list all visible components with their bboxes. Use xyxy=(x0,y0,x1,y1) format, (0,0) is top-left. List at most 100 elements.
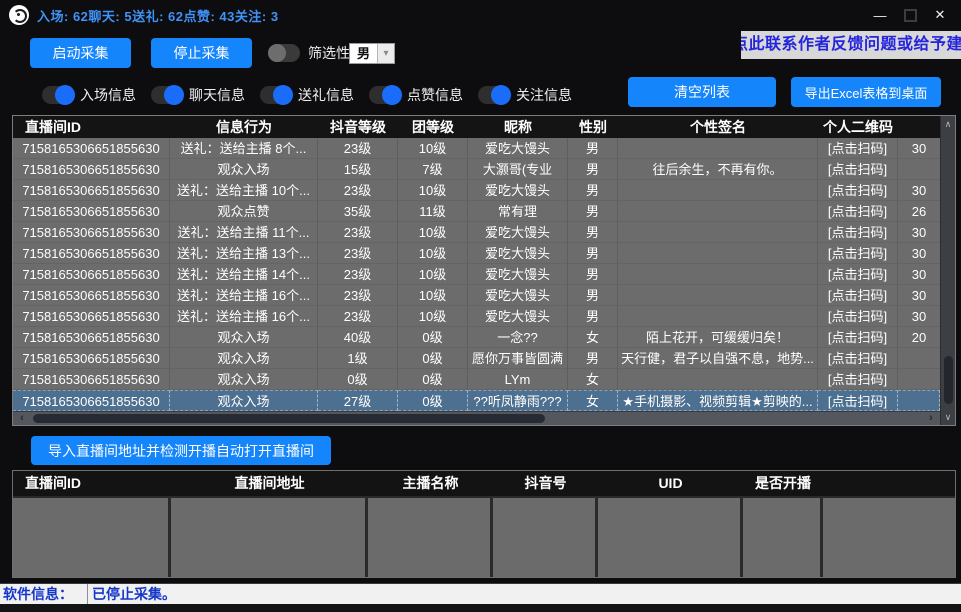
cell-room-id: 7158165306651855630 xyxy=(13,138,170,159)
scroll-left-icon[interactable]: ‹ xyxy=(15,412,29,425)
qr-scan-link[interactable]: [点击扫码] xyxy=(818,222,898,243)
maximize-button[interactable] xyxy=(895,0,925,30)
filter-item-4: 关注信息 xyxy=(478,85,572,105)
start-collect-button[interactable]: 启动采集 xyxy=(30,38,131,68)
cell-gender: 男 xyxy=(568,285,618,306)
table-row[interactable]: 7158165306651855630观众入场0级0级LYm女[点击扫码] xyxy=(13,369,940,390)
toggle-knob xyxy=(491,85,511,105)
cell-douyin-level: 23级 xyxy=(318,306,398,327)
filter-toggle-2[interactable] xyxy=(260,86,292,104)
filter-item-1: 聊天信息 xyxy=(151,85,245,105)
export-excel-button[interactable]: 导出Excel表格到桌面 xyxy=(791,77,941,107)
cell-group-level: 10级 xyxy=(398,180,468,201)
qr-scan-link[interactable]: [点击扫码] xyxy=(818,306,898,327)
table-row[interactable]: 7158165306651855630观众入场1级0级愿你万事皆圆满男天行健，君… xyxy=(13,348,940,369)
cell-room-id: 7158165306651855630 xyxy=(13,201,170,222)
rooms-table-header: 直播间ID 直播间地址 主播名称 抖音号 UID 是否开播 xyxy=(13,471,955,496)
cell-douyin-level: 40级 xyxy=(318,327,398,348)
import-rooms-button[interactable]: 导入直播间地址并检测开播自动打开直播间 xyxy=(31,436,331,465)
table-row[interactable]: 7158165306651855630送礼：送给主播 16个...23级10级爱… xyxy=(13,306,940,327)
qr-scan-link[interactable]: [点击扫码] xyxy=(818,159,898,180)
cell-action: 送礼：送给主播 13个... xyxy=(170,243,318,264)
qr-scan-link[interactable]: [点击扫码] xyxy=(818,327,898,348)
maximize-icon xyxy=(904,9,917,22)
filter-toggle-4[interactable] xyxy=(478,86,510,104)
cell-room-id: 7158165306651855630 xyxy=(13,348,170,369)
cell-signature xyxy=(618,285,818,306)
cell-group-level: 10级 xyxy=(398,243,468,264)
cell-gender: 男 xyxy=(568,306,618,327)
table-row[interactable]: 7158165306651855630送礼：送给主播 16个...23级10级爱… xyxy=(13,285,940,306)
qr-scan-link[interactable]: [点击扫码] xyxy=(818,348,898,369)
cell-room-id: 7158165306651855630 xyxy=(13,243,170,264)
horizontal-scrollbar[interactable]: ‹ › xyxy=(13,411,940,425)
vertical-scroll-thumb[interactable] xyxy=(944,356,953,404)
cell-extra xyxy=(898,159,940,180)
table-row[interactable]: 7158165306651855630观众入场15级7级大灏哥(专业男往后余生，… xyxy=(13,159,940,180)
cell-extra: 30 xyxy=(898,285,940,306)
clear-list-button[interactable]: 清空列表 xyxy=(628,77,776,107)
table-row[interactable]: 7158165306651855630送礼：送给主播 8个...23级10级爱吃… xyxy=(13,138,940,159)
cell-group-level: 10级 xyxy=(398,285,468,306)
filter-toggle-3[interactable] xyxy=(369,86,401,104)
table-row[interactable]: 7158165306651855630观众入场27级0级??听凤静雨???女★手… xyxy=(13,390,940,411)
filter-toggles: 入场信息聊天信息送礼信息点赞信息关注信息 xyxy=(42,81,587,109)
cell-signature xyxy=(618,369,818,390)
close-icon: ✕ xyxy=(935,7,946,23)
close-button[interactable]: ✕ xyxy=(925,0,955,30)
cell-extra: 30 xyxy=(898,306,940,327)
qr-scan-link[interactable]: [点击扫码] xyxy=(818,264,898,285)
cell-extra xyxy=(898,369,940,390)
feedback-notice-text: 点此联系作者反馈问题或给予建议 xyxy=(741,31,961,59)
scroll-up-icon[interactable]: ∧ xyxy=(941,117,955,131)
col-room-id: 直播间ID xyxy=(13,116,170,138)
minimize-button[interactable]: — xyxy=(865,0,895,30)
cell-nickname: 爱吃大馒头 xyxy=(468,180,568,201)
qr-scan-link[interactable]: [点击扫码] xyxy=(818,285,898,306)
cell-douyin-level: 23级 xyxy=(318,138,398,159)
qr-scan-link[interactable]: [点击扫码] xyxy=(818,243,898,264)
col-group-level: 团等级 xyxy=(398,116,468,138)
qr-scan-link[interactable]: [点击扫码] xyxy=(818,369,898,390)
cell-gender: 男 xyxy=(568,201,618,222)
qr-scan-link[interactable]: [点击扫码] xyxy=(818,390,898,411)
table-row[interactable]: 7158165306651855630观众点赞35级11级常有理男[点击扫码]2… xyxy=(13,201,940,222)
col-live-status: 是否开播 xyxy=(743,471,823,496)
cell-extra: 20 xyxy=(898,327,940,348)
cell-nickname: 爱吃大馒头 xyxy=(468,138,568,159)
horizontal-scroll-thumb[interactable] xyxy=(33,414,545,423)
cell-room-id: 7158165306651855630 xyxy=(13,159,170,180)
filter-toggle-0[interactable] xyxy=(42,86,74,104)
cell-action: 送礼：送给主播 8个... xyxy=(170,138,318,159)
cell-room-id: 7158165306651855630 xyxy=(13,285,170,306)
gender-filter-toggle[interactable] xyxy=(268,44,300,62)
cell-extra xyxy=(898,390,940,411)
feedback-notice[interactable]: 点此联系作者反馈问题或给予建议 xyxy=(741,31,961,59)
table-row[interactable]: 7158165306651855630送礼：送给主播 14个...23级10级爱… xyxy=(13,264,940,285)
cell-nickname: 爱吃大馒头 xyxy=(468,243,568,264)
cell-group-level: 7级 xyxy=(398,159,468,180)
cell-gender: 男 xyxy=(568,264,618,285)
cell-gender: 男 xyxy=(568,222,618,243)
qr-scan-link[interactable]: [点击扫码] xyxy=(818,138,898,159)
cell-action: 送礼：送给主播 10个... xyxy=(170,180,318,201)
qr-scan-link[interactable]: [点击扫码] xyxy=(818,201,898,222)
table-row[interactable]: 7158165306651855630送礼：送给主播 11个...23级10级爱… xyxy=(13,222,940,243)
cell-signature xyxy=(618,306,818,327)
cell-douyin-level: 23级 xyxy=(318,180,398,201)
table-row[interactable]: 7158165306651855630观众入场40级0级一念??女陌上花开，可缓… xyxy=(13,327,940,348)
table-row[interactable]: 7158165306651855630送礼：送给主播 10个...23级10级爱… xyxy=(13,180,940,201)
scroll-right-icon[interactable]: › xyxy=(924,412,938,425)
table-row[interactable]: 7158165306651855630送礼：送给主播 13个...23级10级爱… xyxy=(13,243,940,264)
vertical-scrollbar[interactable]: ∧ ∨ xyxy=(940,116,955,425)
filter-toggle-1[interactable] xyxy=(151,86,183,104)
gender-select[interactable]: 男 ▾ xyxy=(349,43,395,64)
cell-nickname: ??听凤静雨??? xyxy=(468,390,568,411)
cell-nickname: 大灏哥(专业 xyxy=(468,159,568,180)
col-action: 信息行为 xyxy=(170,116,318,138)
qr-scan-link[interactable]: [点击扫码] xyxy=(818,180,898,201)
stop-collect-button[interactable]: 停止采集 xyxy=(151,38,252,68)
cell-action: 送礼：送给主播 16个... xyxy=(170,306,318,327)
scroll-down-icon[interactable]: ∨ xyxy=(941,410,955,424)
empty-cell xyxy=(598,498,743,577)
